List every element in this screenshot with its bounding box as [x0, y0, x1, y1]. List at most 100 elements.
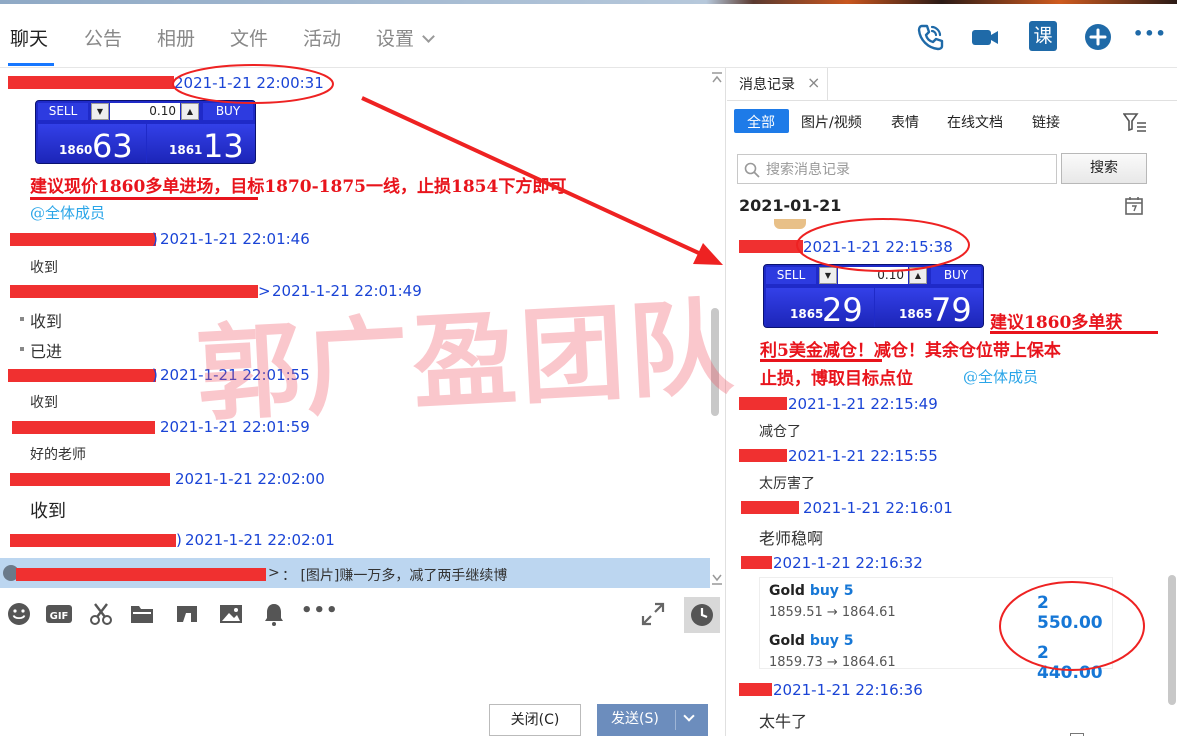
- sell-price-pips: 63: [92, 127, 133, 164]
- history-timestamp: 2021-1-21 22:15:49: [788, 395, 938, 413]
- trade-advice-note: 利5美金减仓！减仓！其余仓位带上保本: [760, 341, 1061, 361]
- tab-chat[interactable]: 聊天: [10, 24, 48, 51]
- buy-price-prefix: 1865: [899, 307, 933, 321]
- video-icon[interactable]: [970, 22, 1000, 52]
- expand-icon[interactable]: [641, 602, 665, 626]
- send-button-divider: [675, 710, 676, 730]
- redacted-sender: [739, 397, 787, 410]
- more-icon[interactable]: •••: [301, 600, 338, 624]
- message-timestamp: 2021-1-21 22:00:31: [174, 74, 324, 92]
- more-icon[interactable]: •••: [1133, 24, 1166, 54]
- new-message-banner[interactable]: > ： [图片]赚一万多，减了两手继续博: [0, 558, 710, 588]
- tab-files[interactable]: 文件: [230, 24, 268, 51]
- folder-icon[interactable]: [130, 602, 154, 626]
- sell-label: SELL: [38, 103, 88, 120]
- filter-docs[interactable]: 在线文档: [947, 112, 1003, 132]
- message-text: 已进: [30, 342, 63, 361]
- phone-icon[interactable]: [915, 22, 945, 52]
- message-text: 收到: [30, 395, 58, 411]
- send-button-label: 发送(S): [611, 711, 659, 727]
- qty-value: 0.10: [838, 267, 908, 284]
- filter-all[interactable]: 全部: [734, 109, 789, 133]
- buy-price[interactable]: 1861 13: [147, 124, 255, 163]
- filter-stickers[interactable]: 表情: [891, 112, 919, 132]
- filter-links[interactable]: 链接: [1032, 112, 1060, 132]
- search-icon: [744, 162, 760, 178]
- sell-price-pips: 29: [822, 291, 863, 328]
- trade-profit: 2 550.00: [1037, 593, 1103, 633]
- music-icon[interactable]: [175, 602, 199, 626]
- history-timestamp: 2021-1-21 22:16:01: [803, 499, 953, 517]
- buy-label: BUY: [931, 267, 981, 284]
- scroll-down-icon[interactable]: [710, 572, 724, 586]
- history-pane: 消息记录 × 全部 图片/视频 表情 在线文档 链接 搜索消息记录 搜索 202…: [727, 68, 1177, 736]
- send-button[interactable]: 发送(S): [597, 704, 708, 736]
- message-timestamp: 2021-1-21 22:01:46: [160, 230, 310, 248]
- trade-advice-note: 建议1860多单获: [990, 313, 1123, 333]
- close-button[interactable]: 关闭(C): [489, 704, 581, 736]
- add-icon[interactable]: [1083, 22, 1113, 52]
- tab-album[interactable]: 相册: [157, 24, 195, 51]
- message-text: 收到: [30, 501, 66, 522]
- mention-all[interactable]: @全体成员: [30, 202, 105, 223]
- paren-close: ): [176, 531, 182, 549]
- trade-result-card: Gold buy 5 1859.51 → 1864.61 2 550.00 Go…: [759, 577, 1113, 683]
- history-search-input[interactable]: 搜索消息记录: [737, 154, 1057, 184]
- chevron-down-icon[interactable]: [683, 710, 695, 722]
- history-timestamp: 2021-1-21 22:16:36: [773, 681, 923, 699]
- trade-label: Gold buy 5: [769, 583, 854, 599]
- redacted-sender: [741, 556, 772, 569]
- buy-price-pips: 13: [203, 127, 244, 164]
- history-title[interactable]: 消息记录: [739, 74, 795, 94]
- paren-close: ): [152, 230, 158, 248]
- buy-price[interactable]: 1865 79: [875, 288, 983, 327]
- message-timestamp: 2021-1-21 22:02:01: [185, 531, 335, 549]
- sell-price[interactable]: 1865 29: [766, 288, 874, 327]
- history-toggle[interactable]: [684, 597, 720, 633]
- scissors-icon[interactable]: [89, 602, 113, 626]
- qty-value: 0.10: [110, 103, 180, 120]
- search-button[interactable]: 搜索: [1061, 153, 1147, 184]
- redacted-sender: [739, 240, 803, 253]
- message-text: 好的老师: [30, 447, 86, 463]
- buy-label: BUY: [203, 103, 253, 120]
- mention-all[interactable]: @全体成员: [963, 366, 1038, 387]
- qty-down-icon[interactable]: ▼: [819, 267, 837, 284]
- close-icon[interactable]: ×: [807, 73, 820, 92]
- scroll-up-icon[interactable]: [710, 71, 724, 85]
- chevron-down-icon[interactable]: [422, 30, 435, 43]
- sell-price[interactable]: 1860 63: [38, 124, 146, 163]
- qty-up-icon[interactable]: ▲: [181, 103, 199, 120]
- tab-activities[interactable]: 活动: [303, 24, 341, 51]
- history-scrollbar[interactable]: [1168, 575, 1176, 705]
- history-timestamp: 2021-1-21 22:16:32: [773, 554, 923, 572]
- list-bullet: [20, 347, 24, 351]
- active-tab-underline: [8, 63, 54, 66]
- search-placeholder: 搜索消息记录: [766, 162, 850, 178]
- filter-media[interactable]: 图片/视频: [801, 112, 862, 132]
- tab-settings[interactable]: 设置: [376, 24, 414, 51]
- message-text: 收到: [30, 312, 63, 331]
- tab-announcements[interactable]: 公告: [84, 24, 122, 51]
- filter-icon[interactable]: [1123, 112, 1147, 134]
- sticker-thumbnail: [774, 219, 806, 229]
- trade-widget: SELL ▼ 0.10 ▲ BUY 1865 29 1865 79: [763, 264, 984, 328]
- qty-down-icon[interactable]: ▼: [91, 103, 109, 120]
- qty-up-icon[interactable]: ▲: [909, 267, 927, 284]
- image-icon[interactable]: [219, 602, 243, 626]
- gif-icon[interactable]: GIF: [46, 602, 72, 626]
- sell-price-prefix: 1865: [790, 307, 824, 321]
- redacted-sender: [741, 501, 799, 514]
- lesson-icon[interactable]: 课: [1029, 21, 1057, 51]
- calendar-icon[interactable]: [1124, 196, 1144, 216]
- bell-icon[interactable]: [262, 602, 286, 626]
- emoji-icon[interactable]: [7, 602, 31, 626]
- app-window: 聊天 公告 相册 文件 活动 设置 课 ••• 2021-1-21 22:00:…: [0, 0, 1177, 736]
- history-date: 2021-01-21: [739, 196, 842, 215]
- trade-prices: 1859.51 → 1864.61: [769, 605, 896, 620]
- history-timestamp: 2021-1-21 22:15:55: [788, 447, 938, 465]
- redacted-sender: [8, 369, 156, 382]
- history-text: 老师稳啊: [759, 529, 824, 548]
- note-underline: [30, 197, 258, 200]
- redacted-sender: [16, 568, 266, 581]
